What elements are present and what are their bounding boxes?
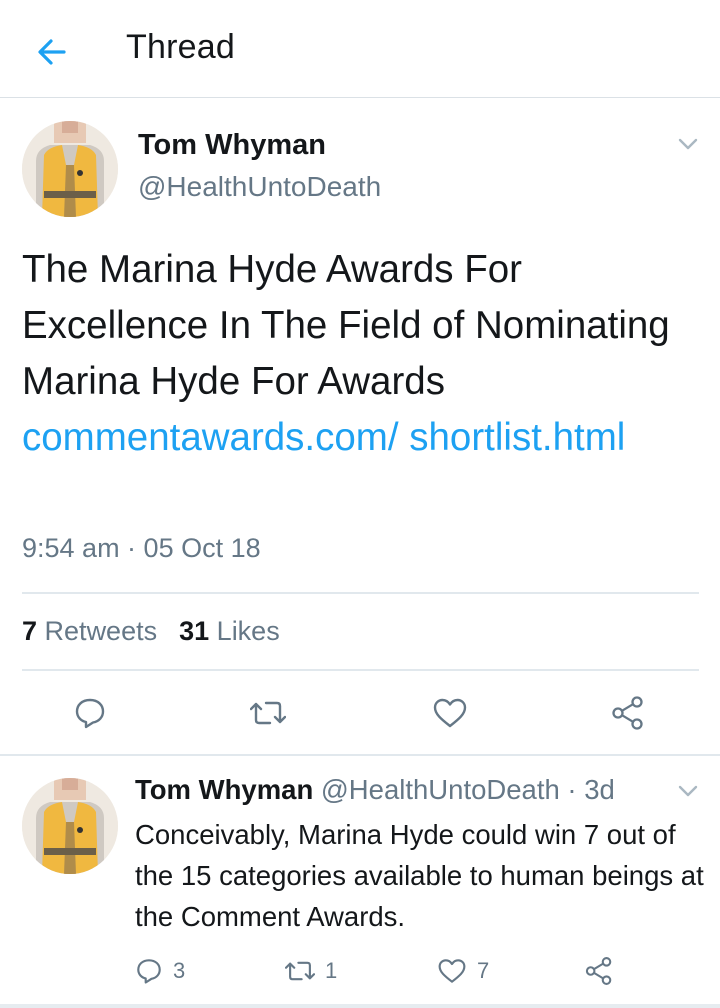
like-icon [438,959,466,983]
author-name[interactable]: Tom Whyman [135,774,313,805]
reply-tweet[interactable]: Tom Whyman @HealthUntoDeath · 3d Conceiv… [0,756,720,1008]
tweet-link[interactable]: commentawards.com/ shortlist.html [22,416,625,459]
retweet-count: 1 [325,958,338,983]
likes-label[interactable]: Likes [217,616,280,646]
avatar[interactable] [22,778,118,874]
retweet-icon [285,961,315,981]
like-button[interactable]: 7 [437,956,489,986]
divider [0,1004,720,1008]
avatar[interactable] [22,121,118,217]
like-count: 7 [477,958,490,983]
divider [22,669,699,671]
reply-icon [75,698,105,729]
retweets-label[interactable]: Retweets [45,616,158,646]
tweet-stats: 7 Retweets 31 Likes [22,616,280,647]
author-handle[interactable]: @HealthUntoDeath [138,171,381,203]
avatar-image [22,778,118,874]
share-button[interactable] [610,695,646,731]
retweets-count[interactable]: 7 [22,616,37,646]
retweet-icon [250,701,286,725]
tweet-text: The Marina Hyde Awards For Excellence In… [22,242,682,466]
like-button[interactable] [432,695,468,731]
tweet-body: The Marina Hyde Awards For Excellence In… [22,248,670,403]
avatar-image [22,121,118,217]
like-icon [433,698,467,728]
reply-icon [137,959,161,984]
reply-button[interactable] [72,695,108,731]
reply-count: 3 [173,958,186,983]
chevron-down-icon[interactable] [676,135,700,153]
main-tweet: Tom Whyman @HealthUntoDeath The Marina H… [0,99,720,754]
chevron-down-icon[interactable] [676,782,700,800]
reply-header: Tom Whyman @HealthUntoDeath · 3d [135,774,615,806]
reply-button[interactable]: 3 [135,956,185,986]
reply-text: Conceivably, Marina Hyde could win 7 out… [135,819,704,932]
back-arrow-icon [38,39,66,65]
author-handle-time[interactable]: @HealthUntoDeath · 3d [321,774,615,805]
divider [22,592,699,594]
likes-count[interactable]: 31 [179,616,209,646]
back-button[interactable] [30,30,74,74]
page-title: Thread [126,28,235,66]
share-icon [585,957,612,985]
retweet-button[interactable] [250,695,286,731]
share-icon [612,696,643,730]
retweet-button[interactable]: 1 [285,956,337,986]
share-button[interactable] [584,956,614,986]
top-bar: Thread [0,0,720,98]
author-name[interactable]: Tom Whyman [138,129,326,162]
tweet-timestamp[interactable]: 9:54 am · 05 Oct 18 [22,533,261,564]
